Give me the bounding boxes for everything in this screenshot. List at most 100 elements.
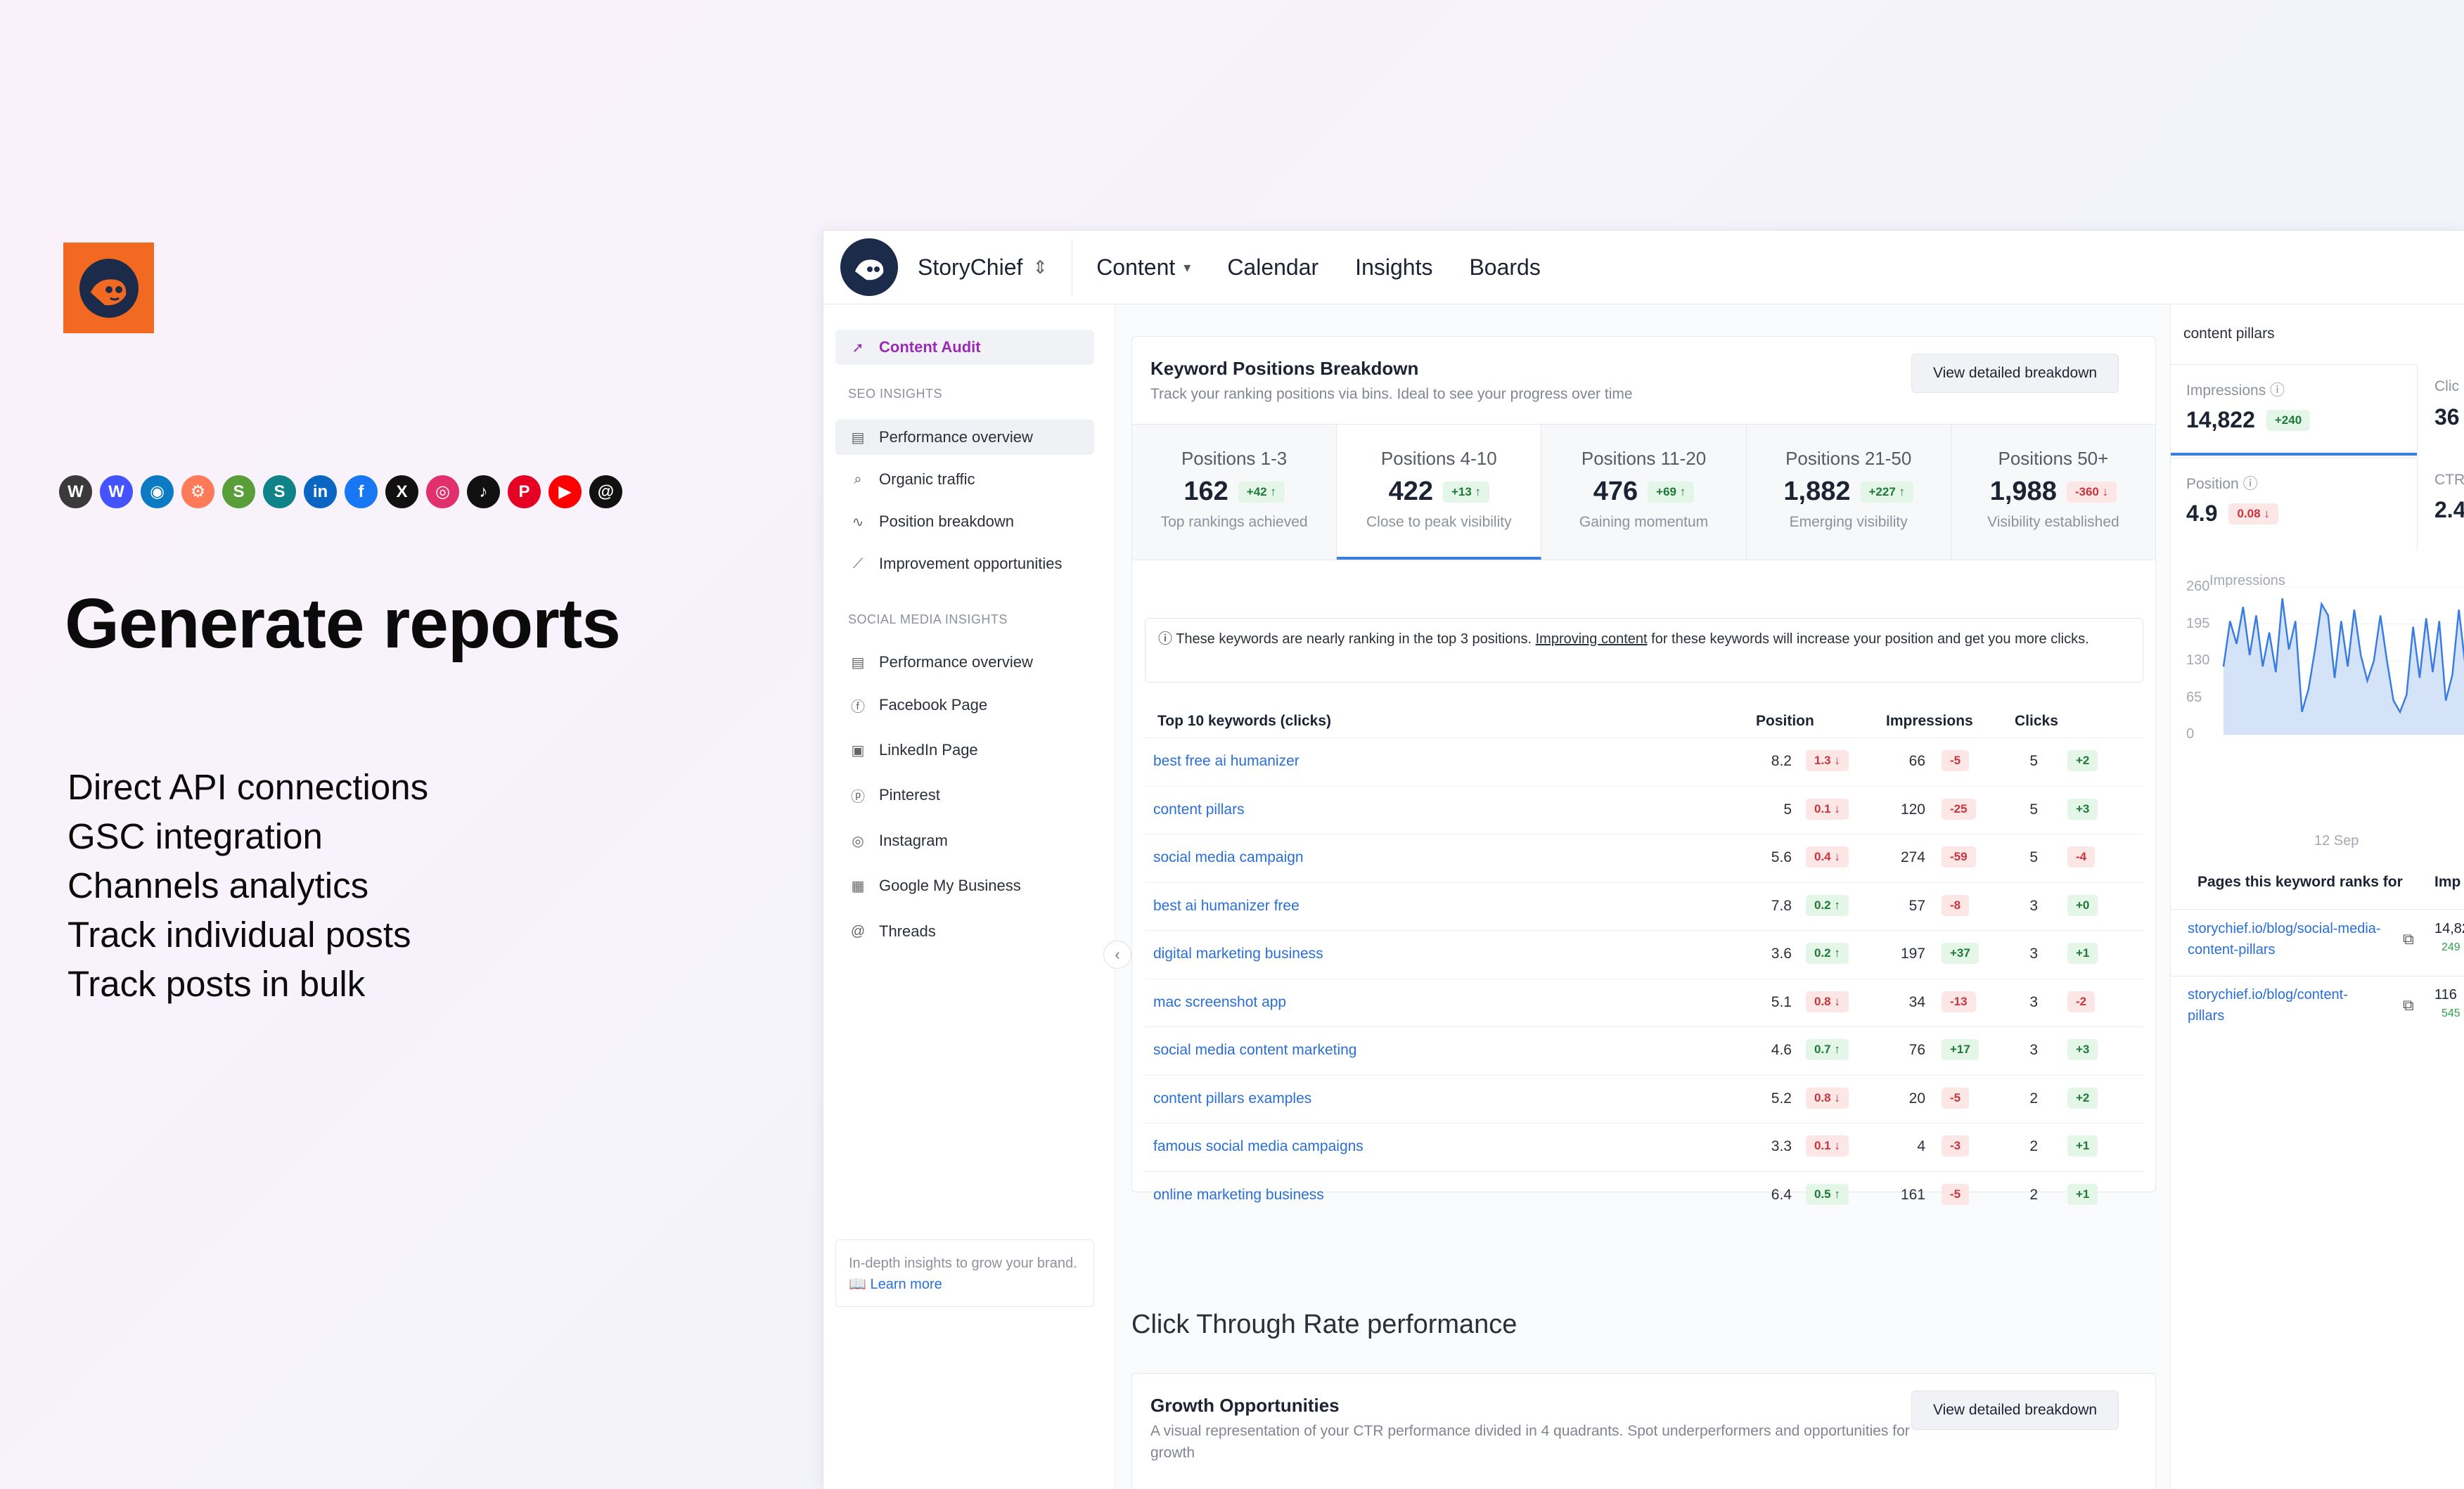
sidebar-item-instagram[interactable]: ◎ Instagram bbox=[835, 823, 1094, 858]
table-row: best free ai humanizer 8.2 1.3 ↓ 66 -5 5 +2 bbox=[1145, 737, 2143, 785]
help-icon: ⓘ bbox=[2242, 476, 2258, 492]
sidebar-item-label: Performance overview bbox=[879, 653, 1033, 671]
position-value: 5.1 bbox=[1771, 993, 1792, 1010]
keyword-link[interactable]: best ai humanizer free bbox=[1153, 898, 1300, 915]
keyword-link[interactable]: content pillars examples bbox=[1153, 1090, 1311, 1107]
sidebar-item-facebook[interactable]: ⓕ Facebook Page bbox=[835, 688, 1094, 723]
sidebar-item-label: Instagram bbox=[879, 832, 948, 849]
nav-boards[interactable]: Boards bbox=[1469, 254, 1540, 281]
column-header-impressions: Impressions bbox=[1886, 713, 1973, 729]
metric-impressions[interactable]: Impressions ⓘ 14,822 +240 bbox=[2171, 364, 2417, 456]
keyword-link[interactable]: online marketing business bbox=[1153, 1187, 1324, 1204]
chevron-down-icon: ▾ bbox=[1183, 259, 1191, 276]
nav-content[interactable]: Content ▾ bbox=[1096, 254, 1191, 281]
sidebar-item-position-breakdown[interactable]: ∿ Position breakdown bbox=[835, 504, 1094, 539]
sidebar-item-improvement-opportunities[interactable]: ⟋ Improvement opportunities bbox=[835, 546, 1094, 581]
position-bins: Positions 1-3 162 +42 ↑ Top rankings achiev… bbox=[1132, 424, 2156, 560]
table-row: mac screenshot app 5.1 0.8 ↓ 34 -13 3 -2 bbox=[1145, 978, 2143, 1026]
chart-x-tick: 12 Sep bbox=[2314, 833, 2359, 849]
position-bin[interactable]: Positions 21-50 1,882 +227 ↑ Emerging visib… bbox=[1746, 425, 1951, 560]
bin-description: Emerging visibility bbox=[1789, 514, 1908, 530]
nav-insights[interactable]: Insights bbox=[1355, 254, 1432, 281]
position-bin[interactable]: Positions 50+ 1,988 -360 ↓ Visibility estab… bbox=[1951, 425, 2156, 560]
position-delta: 0.1 ↓ bbox=[1806, 798, 1849, 820]
position-value: 8.2 bbox=[1771, 753, 1792, 769]
sidebar-collapse-button[interactable]: ‹ bbox=[1103, 941, 1131, 969]
table-row: famous social media campaigns 3.3 0.1 ↓ 4 -3… bbox=[1145, 1123, 2143, 1171]
threads-icon: @ bbox=[850, 923, 866, 939]
keyword-link[interactable]: best free ai humanizer bbox=[1153, 753, 1300, 770]
page-link[interactable]: storychief.io/blog/content-pillars bbox=[2188, 984, 2385, 1026]
bin-count: 476 bbox=[1593, 477, 1638, 506]
keyword-link[interactable]: content pillars bbox=[1153, 801, 1245, 818]
sidebar-item-pinterest[interactable]: ⓟ Pinterest bbox=[835, 778, 1094, 813]
position-bin[interactable]: Positions 11-20 476 +69 ↑ Gaining momentum bbox=[1541, 425, 1747, 560]
top-navigation: StoryChief ⇕ Content ▾ Calendar Insights… bbox=[823, 231, 2464, 304]
youtube-shorts-icon: ▶ bbox=[548, 475, 582, 508]
position-delta: 0.2 ↑ bbox=[1806, 894, 1849, 916]
sidebar-info-box: In-depth insights to grow your brand. 📖 … bbox=[835, 1239, 1094, 1307]
bin-description: Top rankings achieved bbox=[1160, 514, 1308, 530]
view-detailed-breakdown-button[interactable]: View detailed breakdown bbox=[1911, 1391, 2119, 1430]
metric-divider bbox=[2417, 364, 2418, 550]
external-link-icon[interactable]: ⧉ bbox=[2403, 930, 2414, 948]
position-value: 6.4 bbox=[1771, 1186, 1792, 1203]
instagram-icon: ◎ bbox=[426, 475, 459, 508]
book-icon: 📖 bbox=[849, 1277, 866, 1292]
position-bin[interactable]: Positions 1-3 162 +42 ↑ Top rankings achiev… bbox=[1132, 425, 1337, 560]
clicks-value: 5 bbox=[2029, 753, 2038, 769]
column-header-clicks: Clicks bbox=[2015, 713, 2058, 729]
clicks-value: 3 bbox=[2029, 897, 2038, 914]
trend-chart-icon: ⟋ bbox=[853, 555, 863, 572]
clicks-delta: +2 bbox=[2067, 1087, 2098, 1109]
metric-delta: 0.08 ↓ bbox=[2228, 503, 2278, 524]
keyword-link[interactable]: social media content marketing bbox=[1153, 1042, 1356, 1059]
sidebar-item-organic-traffic[interactable]: ⌕ Organic traffic bbox=[835, 462, 1094, 497]
external-link-icon[interactable]: ⧉ bbox=[2403, 996, 2414, 1014]
workspace-switch-icon[interactable]: ⇕ bbox=[1032, 257, 1048, 278]
position-delta: 0.8 ↓ bbox=[1806, 991, 1849, 1012]
pinterest-icon: ⓟ bbox=[851, 789, 865, 805]
nav-calendar[interactable]: Calendar bbox=[1227, 254, 1318, 281]
document-icon: ▤ bbox=[851, 430, 865, 446]
feature-item: Direct API connections bbox=[68, 767, 429, 807]
position-bin[interactable]: Positions 4-10 422 +13 ↑ Close to peak visi… bbox=[1337, 425, 1542, 560]
metric-clicks-label: Clic bbox=[2434, 378, 2459, 394]
view-detailed-breakdown-button[interactable]: View detailed breakdown bbox=[1911, 354, 2119, 393]
sidebar-item-seo-performance[interactable]: ▤ Performance overview bbox=[835, 420, 1094, 455]
table-row: content pillars 5 0.1 ↓ 120 -25 5 +3 bbox=[1145, 785, 2143, 834]
clicks-value: 3 bbox=[2029, 946, 2038, 962]
sidebar-item-label: Content Audit bbox=[879, 338, 981, 356]
clicks-delta: +2 bbox=[2067, 750, 2098, 771]
keyword-link[interactable]: digital marketing business bbox=[1153, 946, 1323, 962]
sloth-logo-icon bbox=[79, 258, 139, 318]
keyword-link[interactable]: famous social media campaigns bbox=[1153, 1138, 1363, 1155]
storychief-logo bbox=[63, 243, 154, 333]
sidebar-item-content-audit[interactable]: ➚ Content Audit bbox=[835, 330, 1094, 365]
position-delta: 1.3 ↓ bbox=[1806, 750, 1849, 771]
sidebar-heading-social: SOCIAL MEDIA INSIGHTS bbox=[848, 612, 1008, 626]
metric-position[interactable]: Position ⓘ 4.9 0.08 ↓ bbox=[2171, 458, 2417, 549]
sidebar-item-threads[interactable]: @ Threads bbox=[835, 914, 1094, 949]
position-delta: 0.7 ↑ bbox=[1806, 1039, 1849, 1060]
card-subtitle: Track your ranking positions via bins. I… bbox=[1150, 386, 1633, 402]
chevron-left-icon: ‹ bbox=[1115, 946, 1120, 963]
page-link[interactable]: storychief.io/blog/social-media-content-… bbox=[2188, 918, 2385, 960]
brand-logo-icon[interactable] bbox=[840, 238, 898, 296]
impressions-delta: -5 bbox=[1942, 1087, 1970, 1109]
sidebar-item-social-performance[interactable]: ▤ Performance overview bbox=[835, 645, 1094, 680]
sidebar-item-google-my-business[interactable]: ▦ Google My Business bbox=[835, 868, 1094, 903]
position-delta: 0.2 ↑ bbox=[1806, 943, 1849, 964]
improving-content-link[interactable]: Improving content bbox=[1536, 631, 1648, 647]
keyword-link[interactable]: social media campaign bbox=[1153, 849, 1304, 866]
sidebar-item-linkedin[interactable]: ▣ LinkedIn Page bbox=[835, 733, 1094, 768]
learn-more-link[interactable]: Learn more bbox=[870, 1277, 942, 1292]
clicks-delta: +0 bbox=[2067, 894, 2098, 916]
keyword-link[interactable]: mac screenshot app bbox=[1153, 994, 1286, 1011]
impressions-delta: -5 bbox=[1942, 750, 1970, 771]
keyword-search-value[interactable]: content pillars bbox=[2183, 325, 2275, 342]
card-title: Keyword Positions Breakdown bbox=[1150, 358, 1419, 379]
bin-label: Positions 50+ bbox=[1998, 448, 2109, 469]
workspace-name[interactable]: StoryChief bbox=[918, 254, 1022, 281]
bin-count: 1,988 bbox=[1989, 477, 2057, 506]
